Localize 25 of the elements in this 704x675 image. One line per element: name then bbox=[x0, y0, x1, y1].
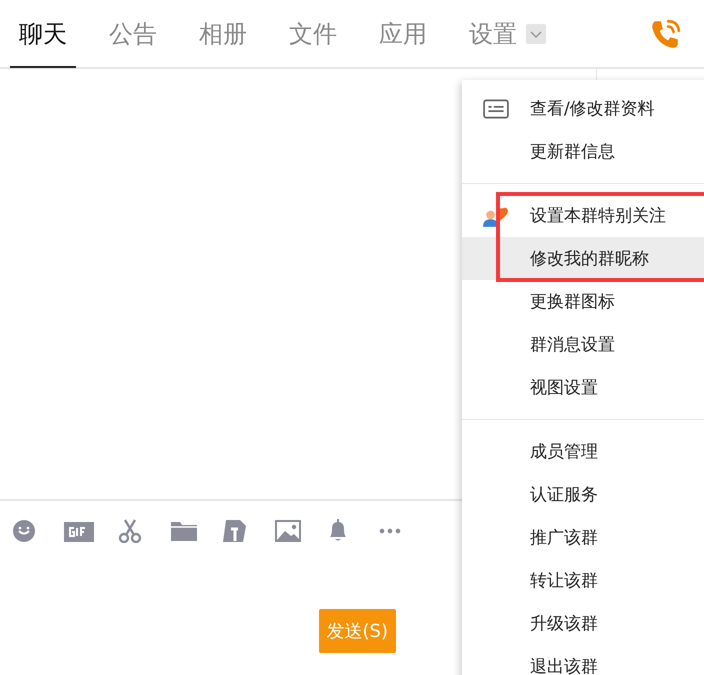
menu-item[interactable]: 推广该群 bbox=[462, 516, 704, 559]
gif-icon[interactable] bbox=[64, 519, 94, 543]
tab[interactable]: 聊天 bbox=[10, 1, 76, 68]
menu-item[interactable]: 视图设置 bbox=[462, 366, 704, 409]
menu-item[interactable]: 升级该群 bbox=[462, 602, 704, 645]
dropdown-caret-icon[interactable] bbox=[526, 24, 546, 44]
tab[interactable]: 文件 bbox=[280, 1, 346, 68]
tab[interactable]: 应用 bbox=[370, 1, 436, 68]
menu-item[interactable]: 认证服务 bbox=[462, 473, 704, 516]
tab[interactable]: 设置 bbox=[460, 1, 526, 68]
folder-icon[interactable] bbox=[170, 519, 198, 543]
menu-item[interactable]: 设置本群特别关注 bbox=[462, 194, 704, 237]
menu-item[interactable]: 群消息设置 bbox=[462, 323, 704, 366]
person-heart-icon bbox=[483, 204, 509, 226]
menu-item[interactable]: 退出该群 bbox=[462, 645, 704, 675]
menu-item[interactable]: 更新群信息 bbox=[462, 130, 704, 173]
menu-item[interactable]: 成员管理 bbox=[462, 430, 704, 473]
menu-item[interactable]: 更换群图标 bbox=[462, 280, 704, 323]
image-icon[interactable] bbox=[274, 519, 302, 543]
tab[interactable]: 公告 bbox=[100, 1, 166, 68]
tab[interactable]: 相册 bbox=[190, 1, 256, 68]
menu-item[interactable]: 转让该群 bbox=[462, 559, 704, 602]
id-card-icon bbox=[483, 98, 509, 120]
menu-item[interactable]: 查看/修改群资料 bbox=[462, 87, 704, 130]
menu-item[interactable]: 修改我的群昵称 bbox=[462, 237, 704, 280]
